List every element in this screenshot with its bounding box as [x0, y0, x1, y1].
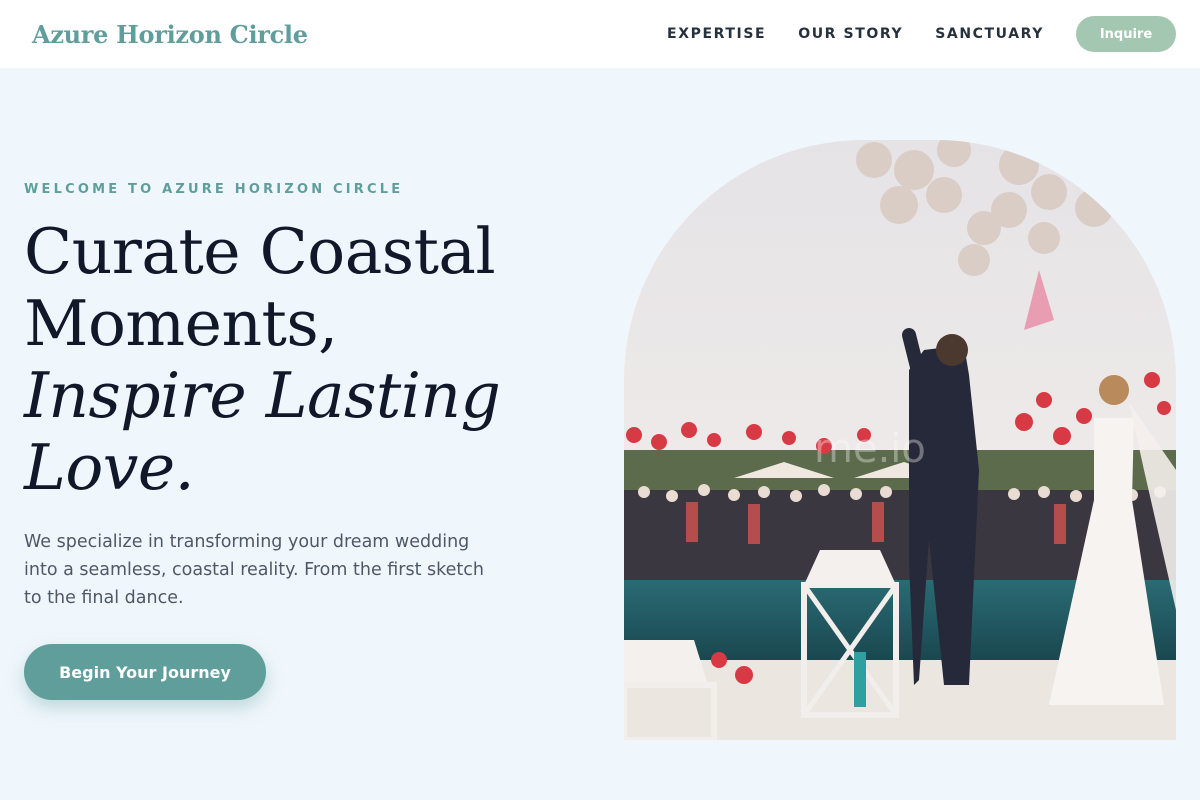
hero-wedding-photo: me.io [624, 140, 1176, 740]
brand-logo[interactable]: Azure Horizon Circle [32, 20, 308, 49]
nav-link-sanctuary[interactable]: SANCTUARY [935, 26, 1044, 42]
site-header: Azure Horizon Circle EXPERTISE OUR STORY… [0, 0, 1200, 68]
headline-italic-line-1: Inspire Lasting [24, 359, 501, 432]
nav-link-expertise[interactable]: EXPERTISE [667, 26, 766, 42]
begin-journey-button[interactable]: Begin Your Journey [24, 644, 266, 700]
headline-italic-line-2: Love. [24, 431, 195, 504]
main-nav: EXPERTISE OUR STORY SANCTUARY Inquire [667, 16, 1176, 52]
headline-line-2: Moments, [24, 287, 338, 360]
hero-headline: Curate Coastal Moments, Inspire Lasting … [24, 215, 501, 504]
headline-line-1: Curate Coastal [24, 215, 496, 288]
hero-eyebrow: WELCOME TO AZURE HORIZON CIRCLE [24, 182, 404, 197]
photo-watermark: me.io [814, 426, 926, 472]
nav-link-our-story[interactable]: OUR STORY [798, 26, 903, 42]
hero-description: We specialize in transforming your dream… [24, 532, 484, 608]
inquire-button[interactable]: Inquire [1076, 16, 1176, 52]
